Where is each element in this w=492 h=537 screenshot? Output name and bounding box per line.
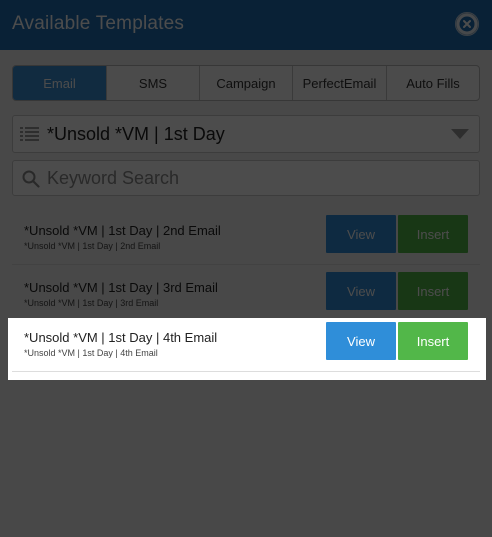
template-title: *Unsold *VM | 1st Day | 4th Email: [24, 330, 218, 345]
view-button[interactable]: View: [326, 322, 396, 360]
keyword-search-input[interactable]: [47, 166, 467, 190]
chevron-down-icon: [451, 129, 469, 139]
template-subtitle: *Unsold *VM | 1st Day | 3rd Email: [24, 298, 159, 308]
template-subtitle: *Unsold *VM | 1st Day | 2nd Email: [24, 241, 161, 251]
tab-perfectemail[interactable]: PerfectEmail: [293, 66, 387, 100]
tab-auto-fills[interactable]: Auto Fills: [387, 66, 479, 100]
template-row: *Unsold *VM | 1st Day | 3rd Email *Unsol…: [12, 270, 480, 322]
insert-button[interactable]: Insert: [398, 322, 468, 360]
templates-modal: Available Templates Email SMS Campaign P…: [0, 0, 492, 537]
tab-email[interactable]: Email: [13, 66, 107, 100]
view-button[interactable]: View: [326, 272, 396, 310]
view-button[interactable]: View: [326, 215, 396, 253]
close-button[interactable]: [455, 12, 479, 36]
tab-campaign[interactable]: Campaign: [200, 66, 293, 100]
modal-header: Available Templates: [0, 0, 492, 50]
tab-sms[interactable]: SMS: [107, 66, 200, 100]
template-type-tabs: Email SMS Campaign PerfectEmail Auto Fil…: [12, 65, 480, 101]
highlighted-template: *Unsold *VM | 1st Day | 4th Email *Unsol…: [8, 318, 486, 380]
close-icon: [455, 12, 479, 36]
template-subtitle: *Unsold *VM | 1st Day | 4th Email: [24, 348, 158, 358]
category-select-value: *Unsold *VM | 1st Day: [47, 124, 225, 144]
template-row: *Unsold *VM | 1st Day | 2nd Email *Unsol…: [12, 213, 480, 265]
keyword-search: [12, 160, 480, 196]
insert-button[interactable]: Insert: [398, 272, 468, 310]
category-select[interactable]: *Unsold *VM | 1st Day: [12, 115, 480, 153]
template-title: *Unsold *VM | 1st Day | 2nd Email: [24, 223, 221, 238]
template-row: *Unsold *VM | 1st Day | 4th Email *Unsol…: [12, 320, 480, 372]
insert-button[interactable]: Insert: [398, 215, 468, 253]
search-icon: [22, 170, 40, 188]
list-icon: [20, 127, 39, 141]
modal-title: Available Templates: [12, 13, 185, 34]
template-title: *Unsold *VM | 1st Day | 3rd Email: [24, 280, 218, 295]
